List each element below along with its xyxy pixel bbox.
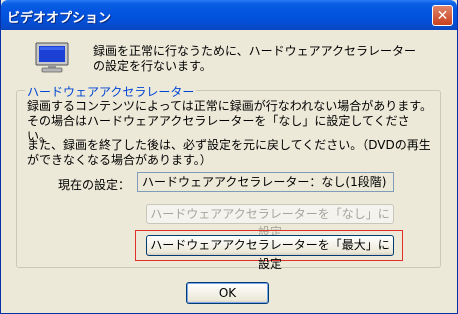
current-setting-label: 現在の設定： [58, 178, 131, 192]
current-setting-field: ハードウェアアクセラレーター：なし(1段階) [137, 172, 394, 192]
hardware-accelerator-group: ハードウェアアクセラレーター 録画するコンテンツによっては正常に録画が行なわれな… [16, 83, 441, 271]
set-max-button[interactable]: ハードウェアアクセラレーターを「最大」に設定 [146, 235, 394, 271]
title-bar[interactable]: ビデオオプション ✕ [1, 0, 457, 30]
close-button[interactable]: ✕ [432, 5, 453, 26]
set-none-button[interactable]: ハードウェアアクセラレーターを「なし」に設定 [146, 204, 394, 239]
intro-text: 録画を正常に行なうために、ハードウェアアクセラレーターの設定を行ないます。 [93, 44, 417, 73]
video-options-dialog: ビデオオプション ✕ 録画を正常に行なうために、ハードウェアアクセラレーターの設… [0, 0, 458, 314]
group-legend: ハードウェアアクセラレーター [25, 83, 197, 100]
ok-button[interactable]: OK [186, 282, 269, 304]
close-icon: ✕ [436, 7, 449, 24]
note-paragraph-2: また、録画を終了した後は、必ず設定を元に戻してください。（DVDの再生ができなく… [27, 138, 431, 167]
monitor-icon [35, 42, 69, 73]
window-title: ビデオオプション [7, 11, 112, 26]
